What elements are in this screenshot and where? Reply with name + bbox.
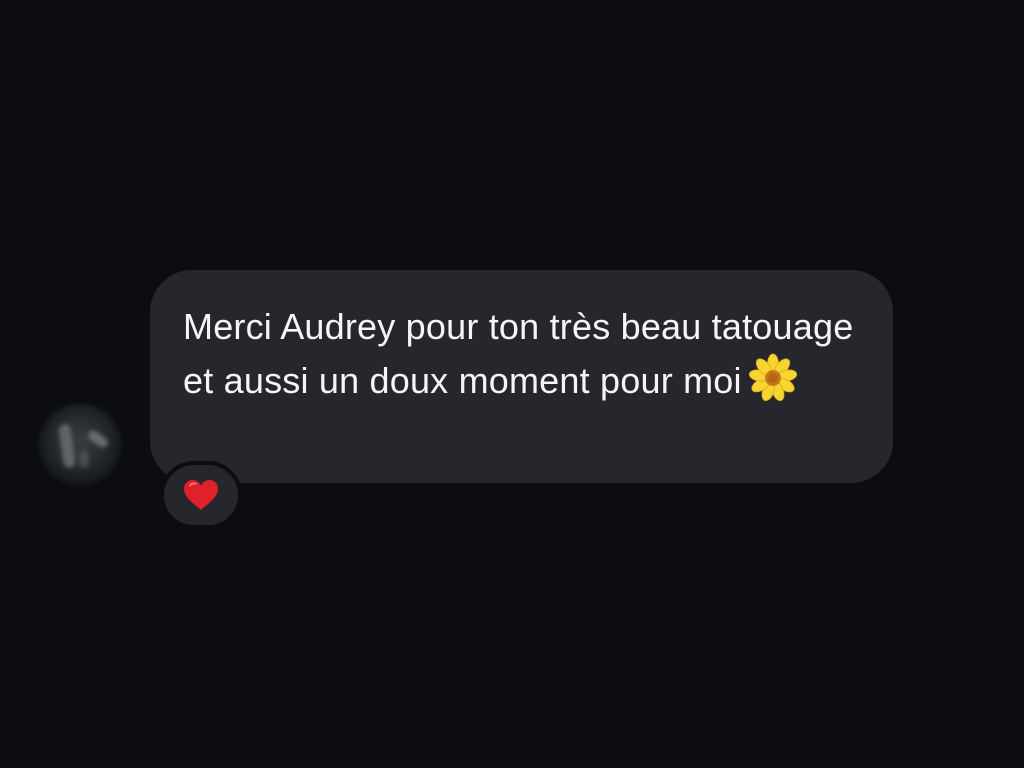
sender-avatar[interactable]: [39, 404, 121, 486]
reaction-badge[interactable]: [160, 461, 242, 529]
message-text-container: Merci Audrey pour ton très beau tatouage…: [183, 300, 863, 407]
red-heart-icon: [184, 480, 218, 510]
chat-screen: Merci Audrey pour ton très beau tatouage…: [0, 0, 1024, 768]
avatar-shape: [79, 450, 89, 468]
avatar-shape: [57, 423, 77, 469]
avatar-shape: [86, 428, 110, 450]
message-bubble[interactable]: Merci Audrey pour ton très beau tatouage…: [150, 270, 893, 483]
sunflower-icon: [748, 353, 797, 402]
